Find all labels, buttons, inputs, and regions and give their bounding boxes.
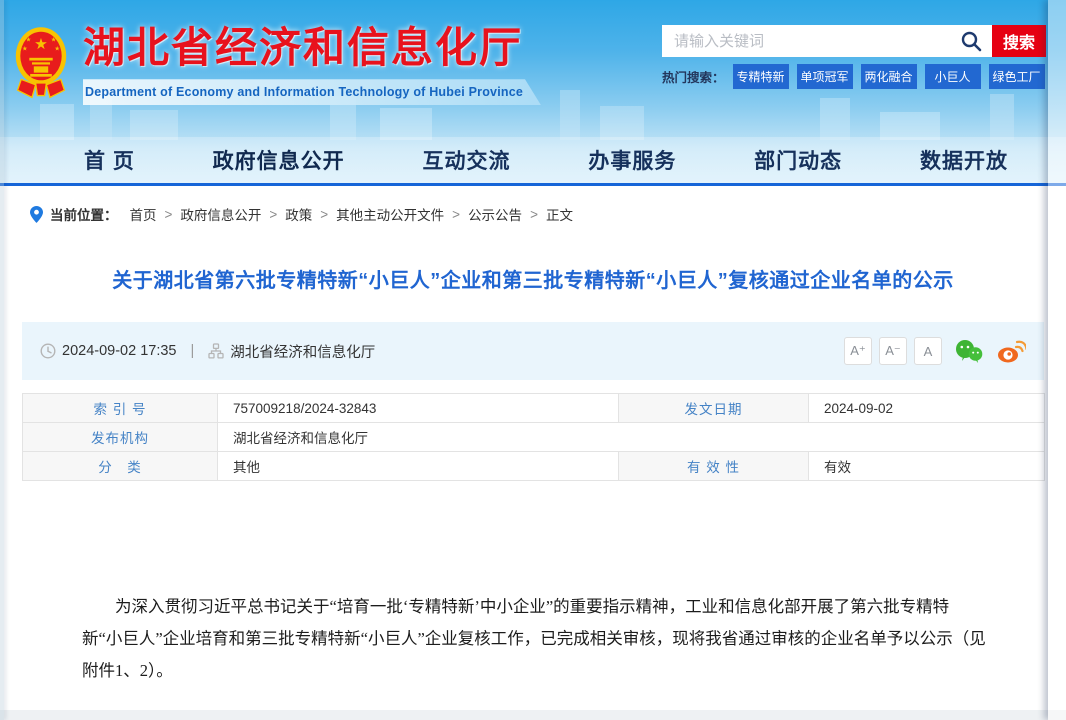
nav-item-open-data[interactable]: 数据开放 xyxy=(920,145,1008,175)
hot-search-row: 热门搜索： 专精特新 单项冠军 两化融合 小巨人 绿色工厂 xyxy=(662,64,1046,89)
site-subtitle: Department of Economy and Information Te… xyxy=(85,85,523,99)
location-pin-icon xyxy=(30,206,43,223)
nav-underline xyxy=(0,183,1066,186)
document-meta-table: 索 引 号 757009218/2024-32843 发文日期 2024-09-… xyxy=(22,393,1045,481)
meta-value-index-number: 757009218/2024-32843 xyxy=(218,394,619,423)
breadcrumb-separator: > xyxy=(320,207,328,222)
article-source: 湖北省经济和信息化厅 xyxy=(230,341,375,362)
source-sitemap-icon xyxy=(208,343,224,359)
svg-text:★: ★ xyxy=(51,37,57,44)
hot-search-tag[interactable]: 绿色工厂 xyxy=(989,64,1045,89)
breadcrumb: 当前位置： 首页 > 政府信息公开 > 政策 > 其他主动公开文件 > 公示公告… xyxy=(0,186,1066,238)
meta-label-category: 分 类 xyxy=(23,452,218,481)
breadcrumb-prefix: 当前位置： xyxy=(50,204,118,224)
meta-label-issuing-agency: 发布机构 xyxy=(23,423,218,452)
breadcrumb-link-other-documents[interactable]: 其他主动公开文件 xyxy=(336,204,444,224)
font-size-reset-button[interactable]: A xyxy=(914,337,942,365)
meta-value-issue-date: 2024-09-02 xyxy=(809,394,1045,423)
meta-value-issuing-agency: 湖北省经济和信息化厅 xyxy=(218,423,1045,452)
table-row: 分 类 其他 有 效 性 有效 xyxy=(23,452,1045,481)
meta-value-validity: 有效 xyxy=(809,452,1045,481)
wechat-share-icon[interactable] xyxy=(954,338,984,364)
meta-label-validity: 有 效 性 xyxy=(619,452,809,481)
table-row: 发布机构 湖北省经济和信息化厅 xyxy=(23,423,1045,452)
nav-item-home[interactable]: 首 页 xyxy=(84,145,135,175)
article-title: 关于湖北省第六批专精特新“小巨人”企业和第三批专精特新“小巨人”复核通过企业名单… xyxy=(0,264,1066,293)
national-emblem-logo: ★ ★ ★ ★ ★ xyxy=(14,25,68,105)
scrollbar-gutter[interactable] xyxy=(1048,0,1066,720)
site-subtitle-ribbon: Department of Economy and Information Te… xyxy=(83,79,541,105)
search-button[interactable]: 搜索 xyxy=(992,25,1046,57)
nav-item-government-info[interactable]: 政府信息公开 xyxy=(213,145,345,175)
breadcrumb-separator: > xyxy=(530,207,538,222)
hot-search-tag[interactable]: 专精特新 xyxy=(733,64,789,89)
svg-text:★: ★ xyxy=(26,37,32,44)
article-body: 为深入贯彻习近平总书记关于“培育一批‘专精特新’中小企业”的重要指示精神，工业和… xyxy=(82,527,986,720)
nav-item-interaction[interactable]: 互动交流 xyxy=(423,145,511,175)
breadcrumb-link-current-article[interactable]: 正文 xyxy=(546,204,573,224)
breadcrumb-link-announcements[interactable]: 公示公告 xyxy=(468,204,522,224)
site-brand: ★ ★ ★ ★ ★ 湖北省经济和信息化厅 Department xyxy=(14,25,541,105)
search-icon[interactable] xyxy=(960,30,982,52)
page-left-edge xyxy=(0,0,4,720)
site-header: ★ ★ ★ ★ ★ 湖北省经济和信息化厅 Department xyxy=(0,0,1066,186)
site-title: 湖北省经济和信息化厅 xyxy=(83,25,541,71)
meta-label-issue-date: 发文日期 xyxy=(619,394,809,423)
breadcrumb-link-government-info[interactable]: 政府信息公开 xyxy=(180,204,261,224)
breadcrumb-separator: > xyxy=(269,207,277,222)
breadcrumb-separator: > xyxy=(452,207,460,222)
main-navigation: 首 页 政府信息公开 互动交流 办事服务 部门动态 数据开放 xyxy=(0,137,1066,183)
breadcrumb-separator: > xyxy=(165,207,173,222)
font-size-decrease-button[interactable]: A⁻ xyxy=(879,337,907,365)
svg-text:★: ★ xyxy=(22,46,28,53)
search-area: 搜索 热门搜索： 专精特新 单项冠军 两化融合 小巨人 绿色工厂 xyxy=(662,25,1046,105)
meta-value-category: 其他 xyxy=(218,452,619,481)
svg-text:★: ★ xyxy=(54,46,60,53)
breadcrumb-link-home[interactable]: 首页 xyxy=(130,204,157,224)
publish-time: 2024-09-02 17:35 xyxy=(62,343,177,359)
hot-search-tag[interactable]: 两化融合 xyxy=(861,64,917,89)
search-box xyxy=(662,25,992,57)
clock-icon xyxy=(40,343,56,359)
info-separator: | xyxy=(191,343,195,359)
search-input[interactable] xyxy=(662,25,992,57)
footer-strip xyxy=(0,710,1066,720)
nav-item-services[interactable]: 办事服务 xyxy=(588,145,676,175)
table-row: 索 引 号 757009218/2024-32843 发文日期 2024-09-… xyxy=(23,394,1045,423)
meta-label-index-number: 索 引 号 xyxy=(23,394,218,423)
svg-text:★: ★ xyxy=(34,36,48,53)
weibo-share-icon[interactable] xyxy=(996,338,1026,364)
hot-search-tag[interactable]: 单项冠军 xyxy=(797,64,853,89)
breadcrumb-link-policy[interactable]: 政策 xyxy=(285,204,312,224)
article-paragraph: 为深入贯彻习近平总书记关于“培育一批‘专精特新’中小企业”的重要指示精神，工业和… xyxy=(82,591,986,687)
article-info-bar: 2024-09-02 17:35 | 湖北省经济和信息化厅 A⁺ A⁻ A xyxy=(22,322,1044,380)
hot-search-tag[interactable]: 小巨人 xyxy=(925,64,981,89)
font-size-increase-button[interactable]: A⁺ xyxy=(844,337,872,365)
page: ★ ★ ★ ★ ★ 湖北省经济和信息化厅 Department xyxy=(0,0,1066,720)
nav-item-department-news[interactable]: 部门动态 xyxy=(754,145,842,175)
hot-search-label: 热门搜索： xyxy=(662,67,725,86)
